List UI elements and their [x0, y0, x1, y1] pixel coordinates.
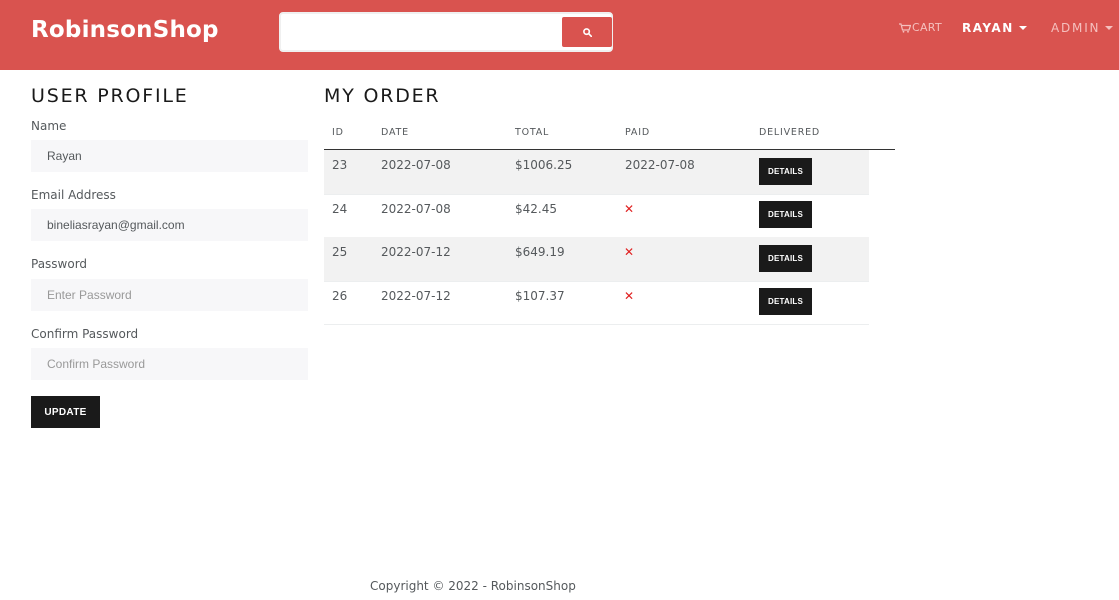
details-button[interactable]: DETAILS	[759, 158, 812, 185]
orders-title: MY ORDER	[324, 85, 441, 107]
search-form	[279, 12, 613, 52]
order-id: 24	[332, 202, 348, 216]
password-field[interactable]	[31, 279, 308, 311]
order-total: $42.45	[515, 202, 557, 216]
chevron-down-icon	[1105, 26, 1114, 30]
nav-user-label: RAYAN	[962, 21, 1014, 35]
row-divider	[324, 281, 869, 282]
brand-logo[interactable]: RobinsonShop	[31, 17, 219, 43]
nav-admin-dropdown[interactable]: ADMIN	[1051, 21, 1114, 35]
confirm-password-field[interactable]	[31, 348, 308, 380]
not-paid-icon: ✕	[624, 245, 635, 259]
email-label: Email Address	[31, 188, 116, 202]
column-header-delivered: DELIVERED	[759, 127, 821, 138]
details-button[interactable]: DETAILS	[759, 201, 812, 228]
order-date: 2022-07-12	[381, 245, 451, 259]
column-header-date: DATE	[381, 127, 409, 138]
row-divider	[324, 324, 869, 325]
not-paid-icon: ✕	[624, 202, 635, 216]
search-icon	[582, 27, 592, 37]
order-id: 26	[332, 289, 348, 303]
order-total: $107.37	[515, 289, 565, 303]
order-id: 23	[332, 158, 348, 172]
column-header-id: ID	[332, 127, 344, 138]
nav-admin-label: ADMIN	[1051, 21, 1101, 35]
details-button[interactable]: DETAILS	[759, 245, 812, 272]
order-date: 2022-07-08	[381, 202, 451, 216]
profile-title: USER PROFILE	[31, 85, 189, 107]
order-id: 25	[332, 245, 348, 259]
order-date: 2022-07-12	[381, 289, 451, 303]
not-paid-icon: ✕	[624, 289, 635, 303]
chevron-down-icon	[1018, 26, 1027, 30]
navbar: RobinsonShop CART RAYAN ADMIN	[0, 0, 1119, 70]
search-button[interactable]	[562, 17, 612, 47]
order-paid: 2022-07-08	[625, 158, 695, 172]
nav-cart-link[interactable]: CART	[899, 21, 942, 34]
nav-user-dropdown[interactable]: RAYAN	[962, 21, 1027, 35]
email-field[interactable]	[31, 209, 308, 241]
name-field[interactable]	[31, 140, 308, 172]
order-total: $649.19	[515, 245, 565, 259]
nav-cart-label: CART	[912, 21, 942, 34]
column-header-total: TOTAL	[515, 127, 550, 138]
password-label: Password	[31, 257, 88, 271]
cart-icon	[899, 22, 911, 33]
order-total: $1006.25	[515, 158, 573, 172]
search-input[interactable]	[283, 16, 559, 48]
column-header-paid: PAID	[625, 127, 650, 138]
row-divider	[324, 194, 869, 195]
details-button[interactable]: DETAILS	[759, 288, 812, 315]
name-label: Name	[31, 119, 67, 133]
update-button[interactable]: UPDATE	[31, 396, 100, 428]
confirm-password-label: Confirm Password	[31, 327, 139, 341]
order-date: 2022-07-08	[381, 158, 451, 172]
footer-copyright: Copyright © 2022 - RobinsonShop	[370, 579, 576, 593]
